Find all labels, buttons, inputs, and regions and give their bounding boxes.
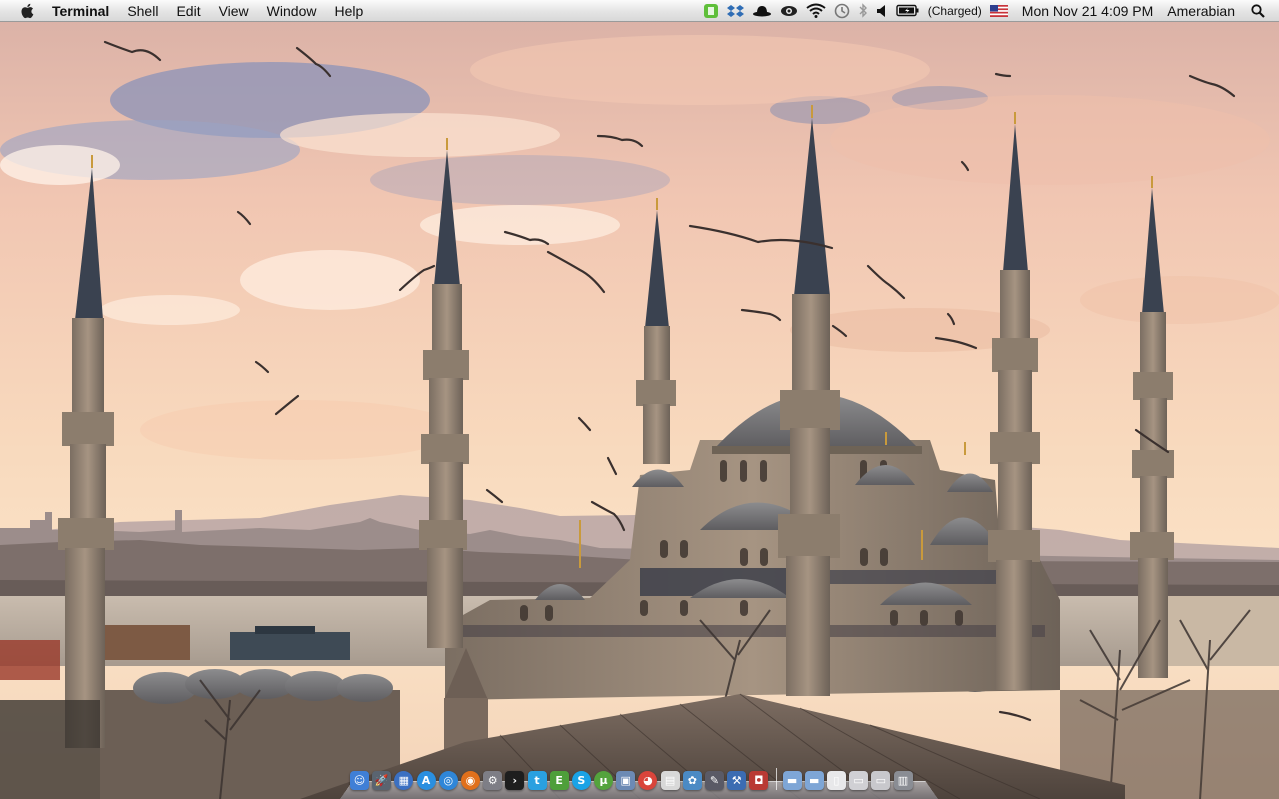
app-store-dock-icon[interactable]: A <box>416 771 436 790</box>
apple-icon[interactable] <box>19 3 35 19</box>
menu-app-name[interactable]: Terminal <box>46 0 118 22</box>
documents-stack-dock-icon[interactable]: ▯ <box>826 771 846 790</box>
hat-icon[interactable] <box>752 0 772 22</box>
dropbox-icon[interactable] <box>726 0 744 22</box>
dock-separator <box>775 768 777 790</box>
window-stack-dock-icon[interactable]: ▭ <box>849 771 869 790</box>
applications-folder-dock-icon[interactable]: ▬ <box>782 771 802 790</box>
ical-dock-icon[interactable]: ▤ <box>660 771 680 790</box>
evernote-icon[interactable] <box>703 0 719 22</box>
menu-clock[interactable]: Mon Nov 21 4:09 PM <box>1022 0 1154 22</box>
evernote-dock-icon[interactable]: E <box>549 771 569 790</box>
iphoto-dock-icon[interactable]: ✿ <box>682 771 702 790</box>
mission-control-dock-icon[interactable]: ▦ <box>394 771 414 790</box>
battery-icon[interactable] <box>896 0 920 22</box>
menu-help[interactable]: Help <box>325 0 372 22</box>
launchpad-dock-icon[interactable]: 🚀 <box>372 771 392 790</box>
photo-booth-dock-icon[interactable]: ◘ <box>749 771 769 790</box>
fast-user-switch[interactable]: Amerabian <box>1167 0 1235 22</box>
skype-dock-icon[interactable]: S <box>571 771 591 790</box>
preview-dock-icon[interactable]: ▣ <box>616 771 636 790</box>
us-flag-icon[interactable] <box>989 0 1008 22</box>
menu-view[interactable]: View <box>210 0 258 22</box>
status-menus: (Charged) Mon Nov 21 4:09 PM Amerabian <box>699 0 1279 22</box>
battery-status-text[interactable]: (Charged) <box>928 0 982 22</box>
volume-icon[interactable] <box>876 0 888 22</box>
menu-shell[interactable]: Shell <box>118 0 167 22</box>
spotlight-icon[interactable] <box>1251 0 1265 22</box>
desktop: Terminal Shell Edit View Window Help (Ch… <box>0 0 1279 799</box>
menu-window[interactable]: Window <box>258 0 326 22</box>
eye-icon[interactable] <box>780 0 798 22</box>
dock: ☺ 🚀 ▦ A ◎ ◉ ⚙ › t E Sµ ▣ ◕ ▤ ✿ ✎ ⚒ ◘ ▬ ▬ ▯ ▭ ▭ ▥ <box>340 766 938 799</box>
chrome-dock-icon[interactable]: ◕ <box>638 771 658 790</box>
firefox-dock-icon[interactable]: ◉ <box>460 771 480 790</box>
pen-dock-icon[interactable]: ✎ <box>705 771 724 790</box>
downloads-folder-dock-icon[interactable]: ▬ <box>804 771 824 790</box>
desktop-wallpaper <box>0 0 1279 799</box>
trash-dock-icon[interactable]: ▥ <box>893 771 913 790</box>
minimized-window-dock-icon[interactable]: ▭ <box>871 771 891 790</box>
time-machine-icon[interactable] <box>834 0 850 22</box>
utorrent-dock-icon[interactable]: µ <box>594 771 614 790</box>
wifi-icon[interactable] <box>806 0 826 22</box>
finder-dock-icon[interactable]: ☺ <box>350 771 369 790</box>
dock-icons: ☺ 🚀 ▦ A ◎ ◉ ⚙ › t E Sµ ▣ ◕ ▤ ✿ ✎ ⚒ ◘ ▬ ▬ ▯ ▭ ▭ ▥ <box>350 768 916 790</box>
safari-dock-icon[interactable]: ◎ <box>438 771 458 790</box>
menu-edit[interactable]: Edit <box>167 0 209 22</box>
bluetooth-icon[interactable] <box>858 0 868 22</box>
system-preferences-dock-icon[interactable]: ⚙ <box>483 771 503 790</box>
xcode-dock-icon[interactable]: ⚒ <box>727 771 747 790</box>
menu-bar: Terminal Shell Edit View Window Help (Ch… <box>0 0 1279 22</box>
terminal-dock-icon[interactable]: › <box>505 771 525 790</box>
twitter-dock-icon[interactable]: t <box>527 771 547 790</box>
